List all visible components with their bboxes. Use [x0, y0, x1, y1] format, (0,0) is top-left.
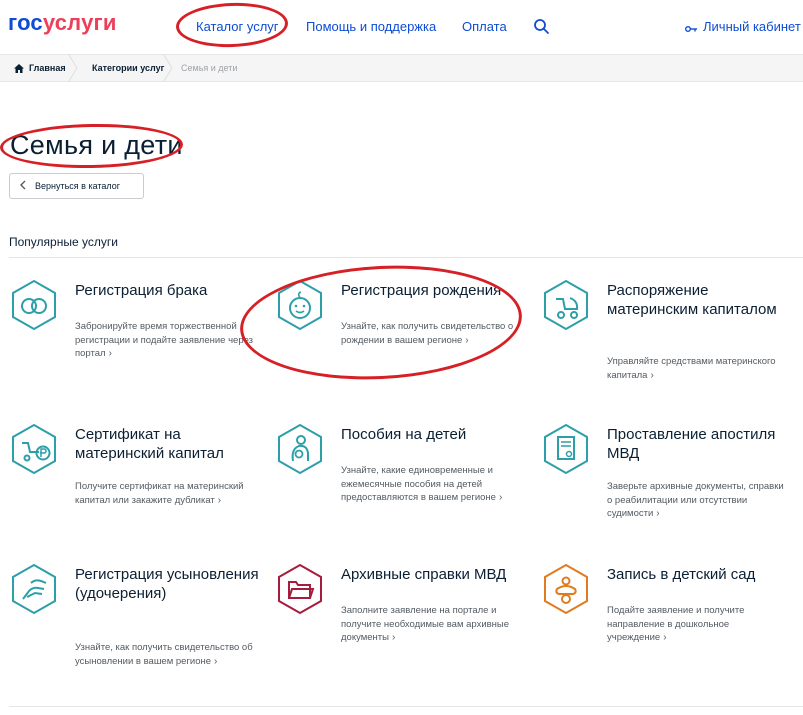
chevron-right-icon: › [391, 632, 396, 643]
card-title: Регистрация усыновления (удочерения) [75, 566, 259, 602]
card-title: Пособия на детей [341, 426, 467, 443]
service-card-adoption[interactable]: Регистрация усыновления (удочерения) Узн… [11, 563, 261, 683]
breadcrumb-separator [68, 55, 78, 81]
section-title: Популярные услуги [9, 235, 118, 249]
chevron-right-icon: › [650, 369, 654, 381]
chevron-right-icon: › [498, 492, 503, 503]
card-title: Регистрация рождения [341, 282, 502, 299]
service-card-marriage[interactable]: Регистрация брака Забронируйте время тор… [11, 279, 261, 379]
gosuslugi-logo[interactable]: госуслуги [8, 10, 117, 36]
chevron-right-icon: › [663, 632, 667, 643]
card-title: Распоряжение материнским капиталом [607, 282, 777, 318]
mother-child-icon [277, 423, 323, 475]
service-card-apostille[interactable]: Проставление апостиля МВД Заверьте архив… [543, 423, 793, 523]
card-title: Проставление апостиля МВД [607, 426, 776, 462]
card-title: Запись в детский сад [607, 566, 756, 583]
back-button-label: Вернуться в каталог [35, 181, 121, 191]
stroller-icon [543, 279, 589, 331]
document-seal-icon [543, 423, 589, 475]
page-title: Семья и дети [10, 130, 183, 160]
service-card-maternity-capital-disposal[interactable]: Распоряжение материнским капиталом Управ… [543, 279, 793, 389]
service-card-child-benefits[interactable]: Пособия на детей Узнайте, какие единовре… [277, 423, 527, 523]
card-description: Узнайте, как получить свидетельство о ро… [341, 321, 514, 346]
baby-icon [277, 279, 323, 331]
card-title: Архивные справки МВД [341, 566, 507, 583]
header: госуслуги Каталог услуг Помощь и поддерж… [0, 0, 803, 54]
card-description: Забронируйте время торжественной регистр… [75, 321, 254, 359]
key-icon [685, 22, 698, 32]
card-description: Узнайте, как получить свидетельство об у… [75, 642, 253, 667]
breadcrumb-home-label: Главная [29, 63, 66, 73]
service-card-archive-certificates[interactable]: Архивные справки МВД Заполните заявление… [277, 563, 527, 663]
service-card-maternity-certificate[interactable]: Сертификат на материнский капитал Получи… [11, 423, 261, 523]
chevron-right-icon: › [217, 494, 222, 506]
card-description: Заверьте архивные документы, справки о р… [607, 481, 784, 519]
account-link[interactable]: Личный кабинет [685, 19, 801, 34]
card-description: Получите сертификат на материнский капит… [75, 481, 244, 506]
card-title: Сертификат на материнский капитал [75, 426, 224, 462]
home-icon [14, 63, 24, 73]
card-description: Подайте заявление и получите направление… [607, 605, 745, 643]
breadcrumb: Главная Категории услуг Семья и дети [0, 54, 803, 82]
nav-payment[interactable]: Оплата [462, 19, 507, 34]
logo-part-uslugi: услуги [42, 10, 117, 35]
chevron-right-icon: › [108, 348, 112, 359]
card-description: Узнайте, какие единовременные и ежемесяч… [341, 465, 503, 503]
chevron-left-icon [20, 180, 26, 192]
pacifier-icon [543, 563, 589, 615]
card-description: Заполните заявление на портале и получит… [341, 605, 510, 643]
nav-help[interactable]: Помощь и поддержка [306, 19, 436, 34]
breadcrumb-categories[interactable]: Категории услуг [92, 63, 164, 73]
chevron-right-icon: › [214, 655, 218, 667]
rings-icon [11, 279, 57, 331]
hands-icon [11, 563, 57, 615]
card-description: Управляйте средствами материнского капит… [607, 356, 776, 381]
service-card-kindergarten[interactable]: Запись в детский сад Подайте заявление и… [543, 563, 793, 663]
divider [9, 257, 803, 258]
folder-icon [277, 563, 323, 615]
nav-catalog[interactable]: Каталог услуг [196, 19, 279, 34]
divider [9, 706, 803, 707]
chevron-right-icon: › [465, 334, 469, 346]
service-card-birth[interactable]: Регистрация рождения Узнайте, как получи… [277, 279, 527, 379]
breadcrumb-separator [163, 55, 173, 81]
chevron-right-icon: › [656, 508, 660, 519]
search-icon[interactable] [533, 18, 551, 36]
account-label: Личный кабинет [703, 19, 801, 34]
stroller-ruble-icon [11, 423, 57, 475]
breadcrumb-current: Семья и дети [181, 63, 238, 73]
breadcrumb-home[interactable]: Главная [14, 63, 66, 73]
back-to-catalog-button[interactable]: Вернуться в каталог [9, 173, 144, 199]
logo-part-gos: гос [8, 10, 43, 35]
card-title: Регистрация брака [75, 282, 208, 299]
